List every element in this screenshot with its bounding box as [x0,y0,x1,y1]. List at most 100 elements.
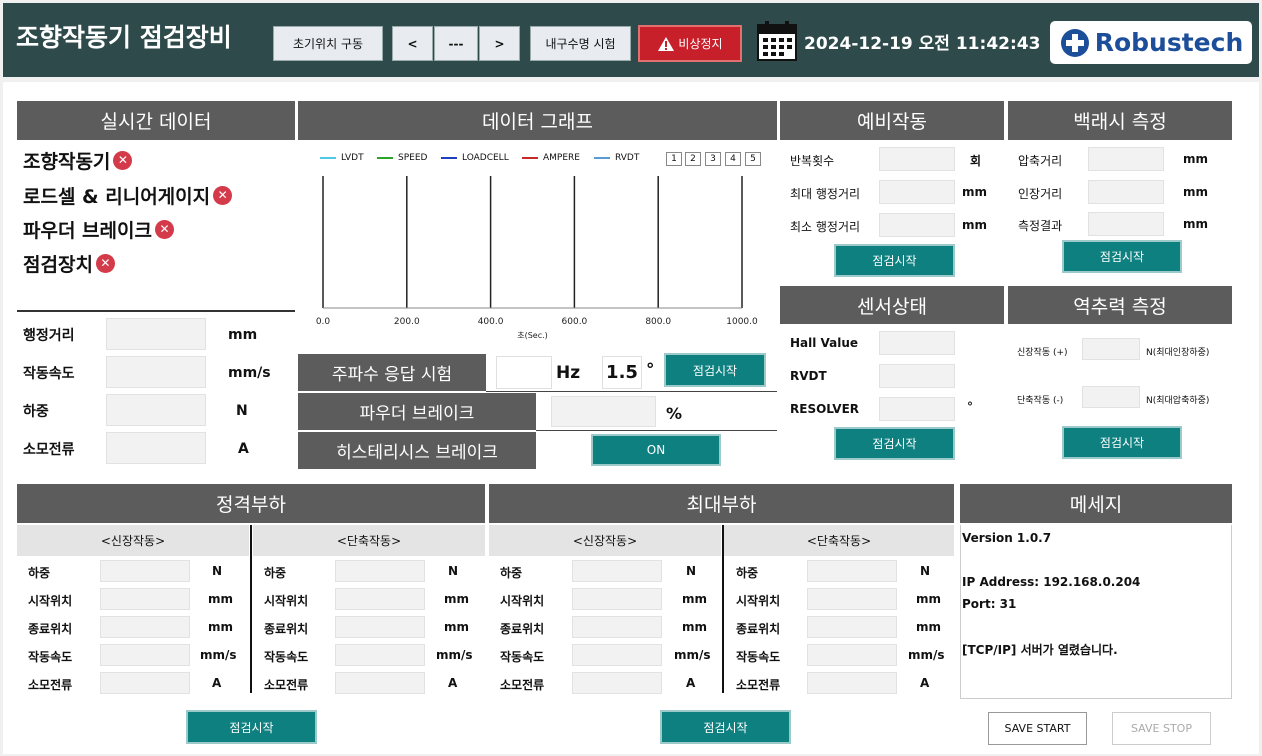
channel-button-4[interactable]: 4 [725,152,741,166]
current-label: 소모전류 [23,442,75,458]
freq-hz-input[interactable] [496,356,552,389]
maxload-row-value [807,644,897,666]
channel-button-1[interactable]: 1 [666,152,682,166]
backlash-tension-unit: mm [1183,185,1209,199]
prelim-repeat-unit: 회 [970,154,982,168]
graph-header: 데이터 그래프 [298,101,777,140]
maxload-row-label: 작동속도 [500,650,545,664]
rated-row-value [335,672,425,694]
backlash-result-value [1088,212,1164,236]
stroke-value [106,318,206,350]
rated-row-value [335,616,425,638]
prev-button[interactable]: < [392,26,433,61]
backdrive-retract-unit: N(최대압축하중) [1146,396,1210,406]
rated-row-unit: N [448,564,459,578]
init-position-button[interactable]: 초기위치 구동 [273,26,383,61]
maxload-row-unit: N [920,564,931,578]
prelim-start-button[interactable]: 점검시작 [834,244,955,277]
rated-row-value [100,588,190,610]
rated-row-label: 하중 [264,566,287,580]
channel-button-5[interactable]: 5 [745,152,761,166]
rated-row-unit: mm [208,592,234,606]
emergency-stop-label: 비상정지 [678,37,723,51]
prelim-max-label: 최대 행정거리 [790,187,861,201]
channel-button-3[interactable]: 3 [705,152,721,166]
freq-degree-unit: ° [646,360,655,380]
backlash-result-unit: mm [1183,217,1209,231]
rated-row-unit: A [212,676,222,690]
freq-start-button[interactable]: 점검시작 [664,353,766,387]
maxload-row-label: 종료위치 [500,622,545,636]
prelim-repeat-input[interactable] [879,147,955,171]
maxload-row-value [572,644,662,666]
next-button[interactable]: > [479,26,520,61]
backdrive-retract-label: 단축작동 (-) [1017,396,1064,406]
maxload-row-value [807,560,897,582]
rated-row-value [335,644,425,666]
maxload-row-value [572,560,662,582]
component-status-loadcell: 로드셀 & 리니어게이지 ✕ [23,182,233,209]
legend-lvdt: LVDT [320,153,364,163]
maxload-row-label: 작동속도 [736,650,781,664]
maxload-row-unit: mm/s [908,648,945,662]
powder-brake-input[interactable] [551,396,656,427]
legend-rvdt: RVDT [594,153,639,163]
message-line: Version 1.0.7 [962,531,1052,545]
sensor-start-button[interactable]: 점검시작 [834,427,955,460]
x-axis-label: 초(Sec.) [517,331,548,340]
rated-row-label: 소모전류 [28,678,73,692]
message-line: IP Address: 192.168.0.204 [962,575,1141,589]
x-tick-label: 200.0 [394,317,420,327]
freq-value-input[interactable]: 1.5 [602,356,642,389]
maxload-row-label: 종료위치 [736,622,781,636]
rated-start-button[interactable]: 점검시작 [186,710,317,744]
rated-row-unit: A [448,676,458,690]
backlash-header: 백래시 측정 [1008,101,1232,140]
prelim-max-input[interactable] [879,180,955,204]
warning-icon [658,36,675,51]
freq-test-label: 주파수 응답 시험 [298,354,486,391]
max-start-button[interactable]: 점검시작 [660,710,791,744]
backlash-tension-label: 인장거리 [1018,187,1063,201]
maxload-row-value [572,672,662,694]
hysteresis-on-button[interactable]: ON [591,434,721,466]
emergency-stop-button[interactable]: 비상정지 [638,25,742,62]
prelim-max-unit: mm [962,185,988,199]
rated-row-unit: mm [208,620,234,634]
rated-row-unit: mm/s [200,648,237,662]
maxload-row-unit: A [920,676,930,690]
rated-row-label: 시작위치 [264,594,309,608]
durability-test-button[interactable]: 내구수명 시험 [530,26,631,61]
maxload-row-value [807,672,897,694]
save-stop-button[interactable]: SAVE STOP [1112,712,1211,745]
divider [536,430,777,431]
channel-button-2[interactable]: 2 [685,152,701,166]
x-tick-label: 800.0 [645,317,671,327]
speed-label: 작동속도 [23,366,75,382]
sensor-header: 센서상태 [780,286,1004,324]
rated-load-header: 정격부하 [17,484,485,523]
message-log [960,525,1232,699]
x-tick-label: 1000.0 [726,317,758,327]
maxload-row-label: 하중 [500,566,523,580]
load-label: 하중 [23,404,49,420]
maxload-row-unit: mm [916,592,942,606]
save-start-button[interactable]: SAVE START [988,712,1087,745]
rated-row-value [335,560,425,582]
backlash-compress-unit: mm [1183,152,1209,166]
backlash-start-button[interactable]: 점검시작 [1062,240,1182,273]
divider [722,525,724,693]
prelim-min-input[interactable] [879,213,955,237]
backdrive-start-button[interactable]: 점검시작 [1062,426,1182,459]
error-icon: ✕ [95,254,115,273]
component-status-powder-brake: 파우더 브레이크 ✕ [23,216,174,243]
x-tick-label: 600.0 [562,317,588,327]
rvdt-field [879,364,955,388]
maxload-row-label: 시작위치 [736,594,781,608]
backlash-tension-value [1088,180,1164,204]
backdrive-extend-unit: N(최대인장하중) [1146,348,1210,358]
resolver-unit: ° [967,400,973,414]
datetime-display: 2024-12-19 오전 11:42:43 [804,34,1041,54]
backdrive-extend-value [1082,338,1140,360]
rated-row-unit: N [212,564,223,578]
